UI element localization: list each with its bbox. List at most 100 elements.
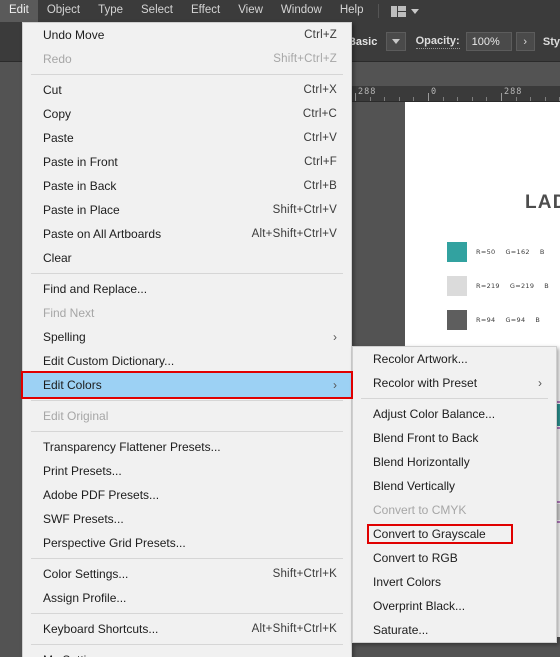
ruler-minor-tick — [369, 97, 371, 101]
menu-separator — [31, 431, 343, 432]
menu-item-print-presets[interactable]: Print Presets... — [23, 459, 351, 483]
menu-item-blend-vertically[interactable]: Blend Vertically — [353, 474, 556, 498]
style-label: Sty — [542, 35, 560, 48]
menu-item-paste[interactable]: Paste Ctrl+V — [23, 126, 351, 150]
menu-item-find-and-replace[interactable]: Find and Replace... — [23, 277, 351, 301]
menu-item-undo-move[interactable]: Undo Move Ctrl+Z — [23, 23, 351, 47]
opacity-label: Opacity: — [415, 34, 460, 49]
color-channel-value: B — [544, 282, 550, 290]
brush-dropdown-button[interactable] — [386, 32, 406, 51]
menu-item-recolor-artwork[interactable]: Recolor Artwork... — [353, 347, 556, 371]
ruler-major-tick — [501, 93, 502, 101]
menu-item-invert-colors[interactable]: Invert Colors — [353, 570, 556, 594]
ruler-minor-tick — [384, 97, 386, 101]
menu-item-paste-in-front[interactable]: Paste in Front Ctrl+F — [23, 150, 351, 174]
color-swatch-row[interactable]: R=219 G=219 B — [447, 276, 559, 296]
color-channel-value: R=94 — [476, 316, 496, 324]
menu-item-convert-to-rgb[interactable]: Convert to RGB — [353, 546, 556, 570]
menu-separator — [31, 74, 343, 75]
menu-separator — [31, 400, 343, 401]
arrange-documents-icon — [391, 5, 407, 17]
color-channel-value: B — [535, 316, 541, 324]
menu-separator — [31, 644, 343, 645]
horizontal-ruler[interactable]: 2880288576 — [350, 86, 560, 102]
menu-item-shortcut: Ctrl+X — [303, 84, 337, 96]
menu-separator — [31, 613, 343, 614]
color-channel-value: R=219 — [476, 282, 500, 290]
menu-item-keyboard-shortcuts[interactable]: Keyboard Shortcuts... Alt+Shift+Ctrl+K — [23, 617, 351, 641]
menu-item-redo: Redo Shift+Ctrl+Z — [23, 47, 351, 71]
menu-item-label: Saturate... — [373, 623, 429, 637]
color-swatch-row[interactable]: R=94 G=94 B — [447, 310, 550, 330]
menu-item-shortcut: Ctrl+C — [302, 108, 337, 120]
opacity-options-button[interactable]: › — [515, 32, 535, 51]
menu-item-overprint-black[interactable]: Overprint Black... — [353, 594, 556, 618]
menu-item-shortcut: Shift+Ctrl+Z — [273, 53, 337, 65]
menu-item-convert-to-cmyk: Convert to CMYK — [353, 498, 556, 522]
menu-item-clear[interactable]: Clear — [23, 246, 351, 270]
menu-item-label: Assign Profile... — [43, 591, 127, 605]
menu-item-swf-presets[interactable]: SWF Presets... — [23, 507, 351, 531]
illustrator-window: Edit Object Type Select Effect View Window Help… — [0, 0, 560, 657]
menu-item-find-next: Find Next — [23, 301, 351, 325]
menu-item-paste-in-place[interactable]: Paste in Place Shift+Ctrl+V — [23, 198, 351, 222]
arrange-documents-button[interactable] — [385, 5, 425, 17]
color-swatch-values: R=219 G=219 B — [476, 282, 559, 290]
color-swatch-chip[interactable] — [447, 276, 467, 296]
menu-item-transparency-flattener-presets[interactable]: Transparency Flattener Presets... — [23, 435, 351, 459]
menu-item-label: Paste in Front — [43, 155, 118, 169]
menu-item-shortcut: Ctrl+V — [303, 132, 337, 144]
menu-item-label: Find and Replace... — [43, 282, 148, 296]
artwork-title: LADANGT — [525, 192, 560, 213]
menu-item-saturate[interactable]: Saturate... — [353, 618, 556, 642]
menu-item-label: Adobe PDF Presets... — [43, 488, 160, 502]
menu-item-label: Paste in Place — [43, 203, 120, 217]
ruler-minor-tick — [413, 97, 415, 101]
ruler-label: 288 — [504, 87, 523, 97]
menu-item-adjust-color-balance[interactable]: Adjust Color Balance... — [353, 402, 556, 426]
menu-item-shortcut: Shift+Ctrl+V — [272, 204, 337, 216]
menu-item-convert-to-grayscale[interactable]: Convert to Grayscale — [353, 522, 556, 546]
menu-item-edit-colors[interactable]: Edit Colors › — [23, 373, 351, 397]
color-swatch-chip[interactable] — [447, 242, 467, 262]
menu-item-recolor-with-preset[interactable]: Recolor with Preset › — [353, 371, 556, 395]
opacity-input[interactable]: 100% — [465, 32, 512, 51]
menubar-item-type[interactable]: Type — [89, 0, 132, 22]
menubar-item-window[interactable]: Window — [272, 0, 331, 22]
menu-item-assign-profile[interactable]: Assign Profile... — [23, 586, 351, 610]
menu-item-my-settings[interactable]: My Settings› — [23, 648, 351, 657]
ruler-minor-tick — [530, 97, 532, 101]
menubar-item-view[interactable]: View — [229, 0, 272, 22]
edit-colors-submenu[interactable]: Recolor Artwork... Recolor with Preset › Ad… — [352, 346, 557, 643]
chevron-down-icon — [411, 8, 420, 14]
menu-item-edit-custom-dictionary[interactable]: Edit Custom Dictionary... — [23, 349, 351, 373]
menu-item-adobe-pdf-presets[interactable]: Adobe PDF Presets... — [23, 483, 351, 507]
menu-item-label: Paste — [43, 131, 74, 145]
menu-item-label: Convert to RGB — [373, 551, 458, 565]
menu-item-blend-horizontally[interactable]: Blend Horizontally — [353, 450, 556, 474]
edit-menu-dropdown[interactable]: Undo Move Ctrl+Z Redo Shift+Ctrl+Z Cut Ctrl+X… — [22, 22, 352, 657]
color-channel-value: R=50 — [476, 248, 496, 256]
menu-item-label: Copy — [43, 107, 72, 121]
menu-item-copy[interactable]: Copy Ctrl+C — [23, 102, 351, 126]
menu-item-paste-in-back[interactable]: Paste in Back Ctrl+B — [23, 174, 351, 198]
menu-item-spelling[interactable]: Spelling › — [23, 325, 351, 349]
ruler-label: 288 — [358, 87, 377, 97]
menu-item-paste-on-all-artboards[interactable]: Paste on All Artboards Alt+Shift+Ctrl+V — [23, 222, 351, 246]
menu-item-edit-original: Edit Original — [23, 404, 351, 428]
menubar-item-effect[interactable]: Effect — [182, 0, 229, 22]
color-swatch-chip[interactable] — [447, 310, 467, 330]
menubar-item-edit[interactable]: Edit — [0, 0, 38, 22]
menu-item-cut[interactable]: Cut Ctrl+X — [23, 78, 351, 102]
menu-item-label: Edit Original — [43, 409, 109, 423]
menu-item-label: Paste on All Artboards — [43, 227, 162, 241]
menubar-item-select[interactable]: Select — [132, 0, 182, 22]
menubar-divider — [378, 4, 380, 18]
menubar-item-object[interactable]: Object — [38, 0, 89, 22]
menu-item-blend-front-to-back[interactable]: Blend Front to Back — [353, 426, 556, 450]
menu-item-perspective-grid-presets[interactable]: Perspective Grid Presets... — [23, 531, 351, 555]
menu-item-label: Edit Custom Dictionary... — [43, 354, 175, 368]
color-swatch-row[interactable]: R=50 G=162 B — [447, 242, 555, 262]
menu-item-color-settings[interactable]: Color Settings... Shift+Ctrl+K — [23, 562, 351, 586]
menubar-item-help[interactable]: Help — [331, 0, 373, 22]
